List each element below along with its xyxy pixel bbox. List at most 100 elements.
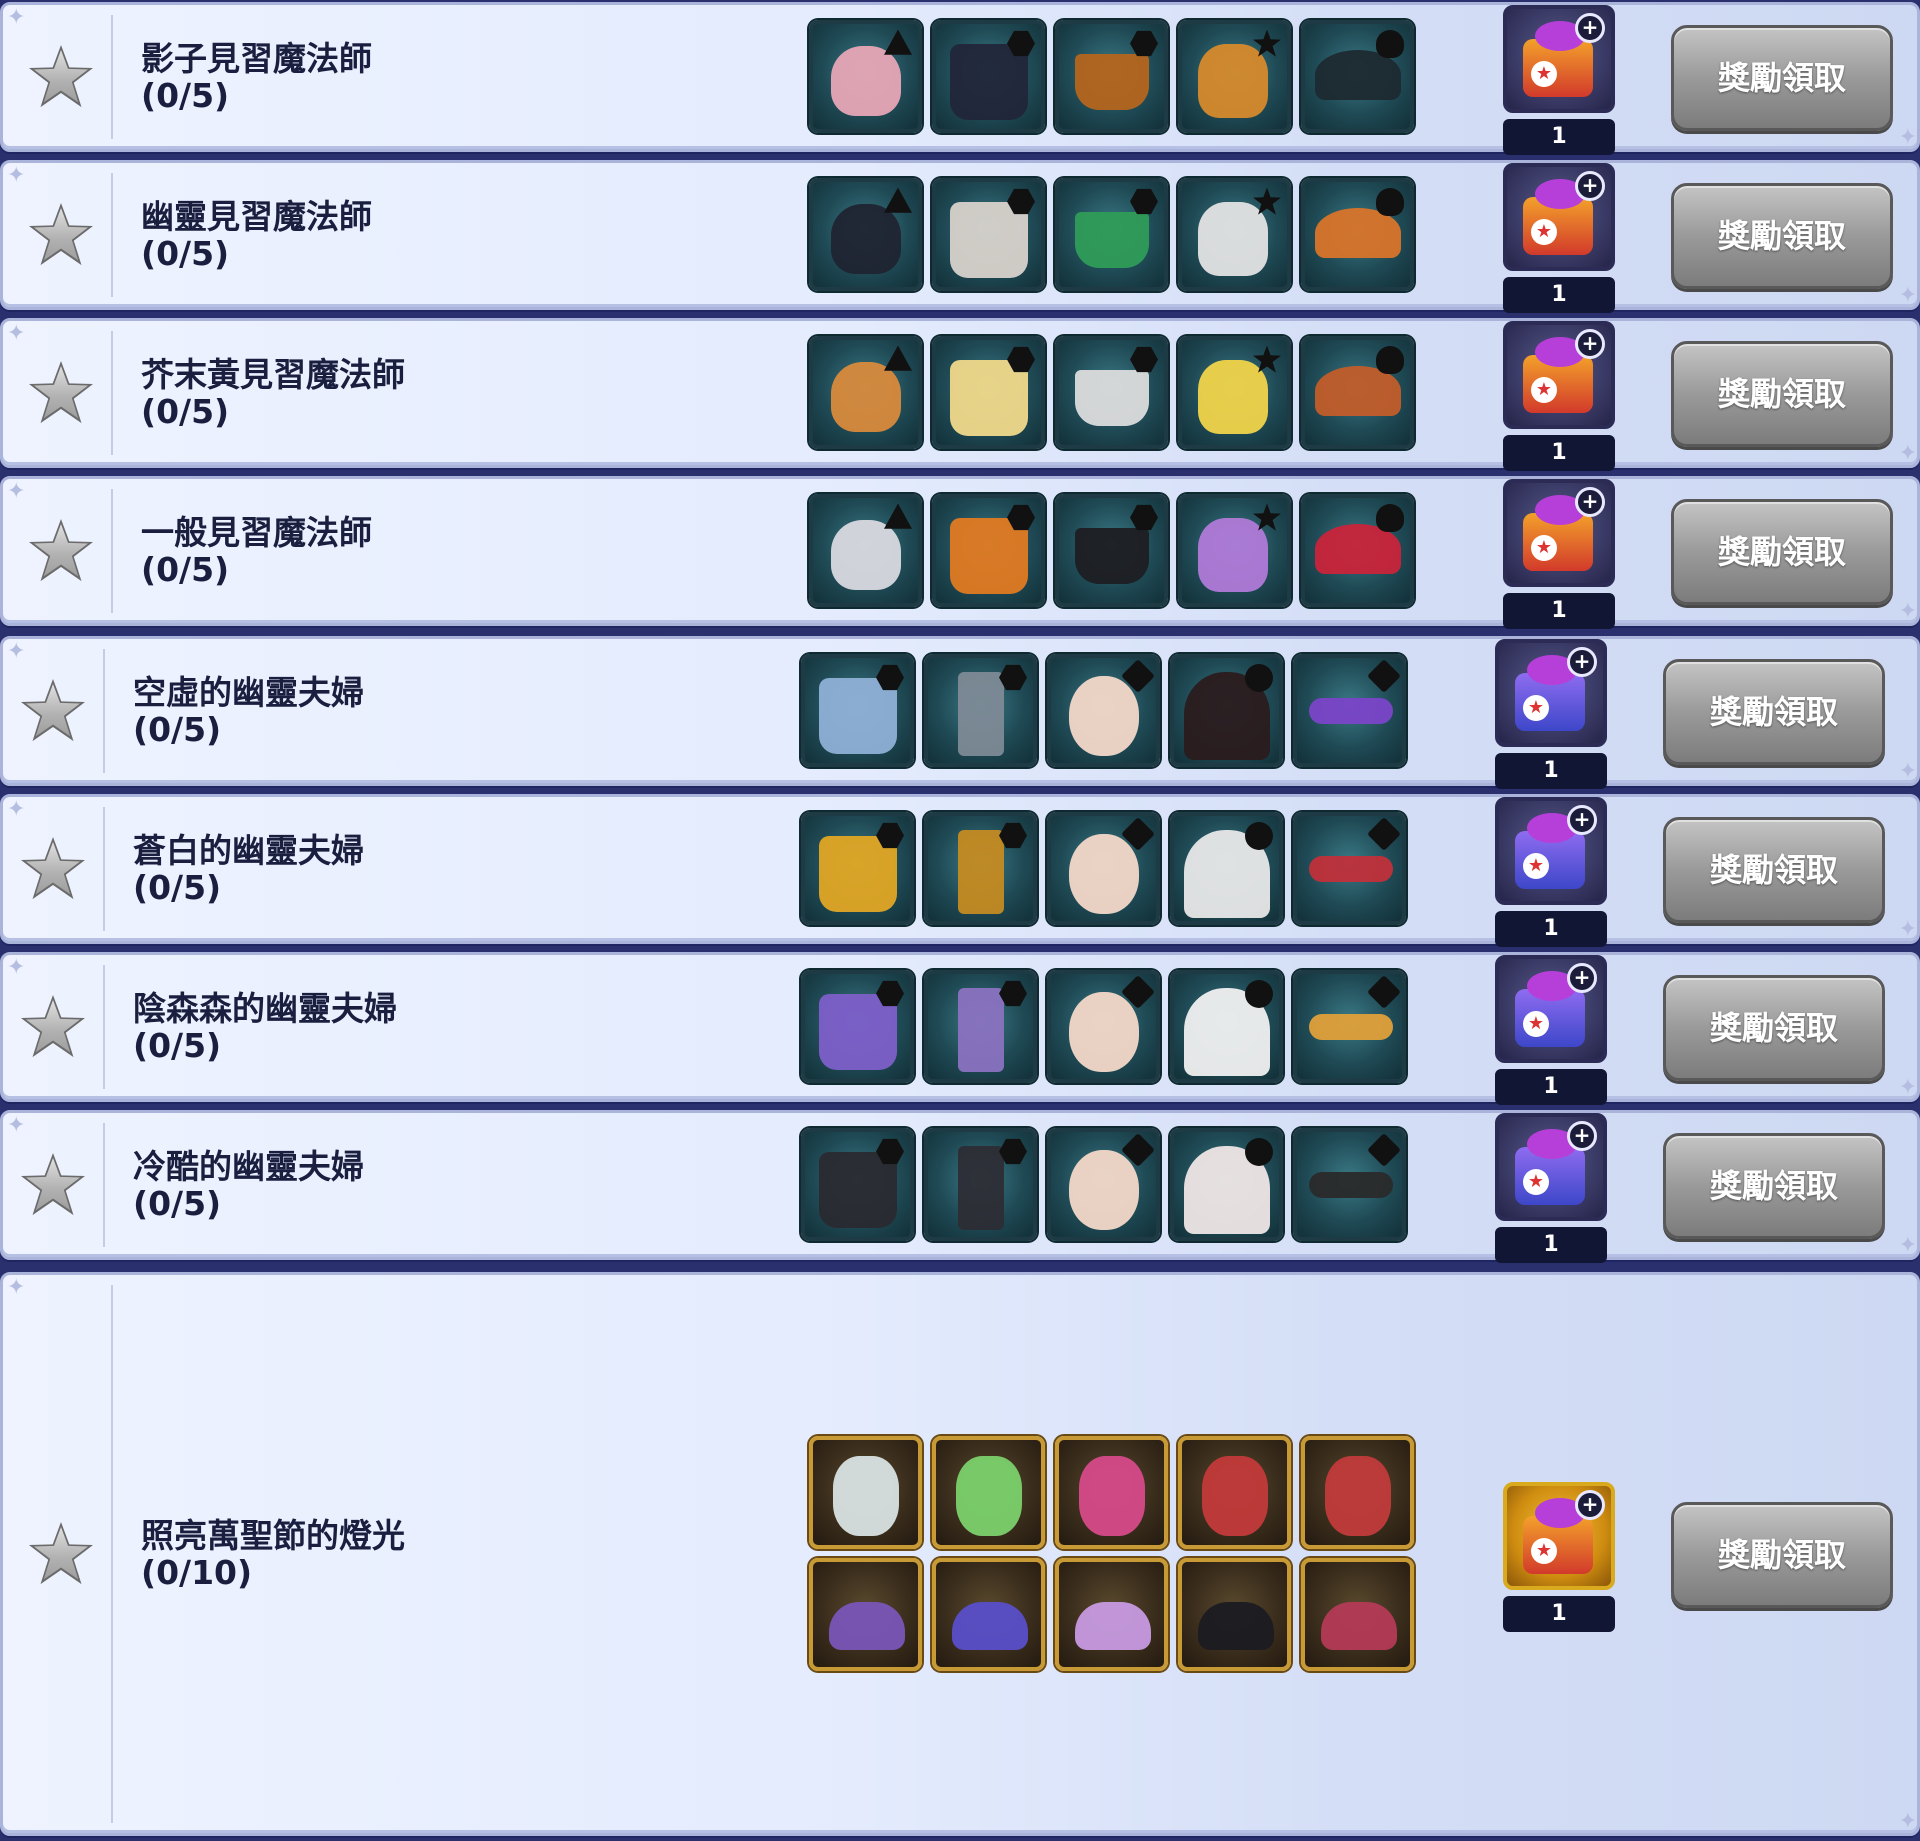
reward-chest[interactable]: ★ +1 [1503,163,1615,313]
pants-icon [958,671,1004,756]
mission-name: 冷酷的幽靈夫婦 [133,1147,364,1186]
zoom-in-icon[interactable]: + [1567,1121,1597,1151]
item-slot-veil[interactable] [1170,811,1283,925]
item-slot-acc[interactable] [1293,811,1406,925]
bottom-icon [1075,369,1149,426]
item-slot-hat[interactable] [1301,177,1414,291]
item-slot-shoe[interactable] [809,1557,922,1671]
reward-items [809,19,1414,133]
item-slot-acc[interactable] [1293,969,1406,1083]
item-slot-clothes[interactable] [801,1127,914,1241]
item-slot-lantern[interactable] [1055,1435,1168,1549]
item-slot-pet[interactable] [1178,177,1291,291]
claim-reward-button[interactable]: 獎勵領取 [1671,183,1893,289]
item-slot-clothes[interactable] [801,653,914,767]
item-slot-pants[interactable] [924,653,1037,767]
item-slot-bottom[interactable] [1055,19,1168,133]
slot-type-icon [1376,503,1404,532]
item-slot-clothes[interactable] [932,335,1045,449]
item-slot-acc[interactable] [1293,1127,1406,1241]
zoom-in-icon[interactable]: + [1575,329,1605,359]
mission-progress: (0/5) [133,1184,222,1223]
mission-progress: (0/5) [141,550,230,589]
item-slot-shoe[interactable] [1055,1557,1168,1671]
item-slot-shoe[interactable] [1301,1557,1414,1671]
claim-reward-button[interactable]: 獎勵領取 [1663,1133,1885,1239]
item-slot-hair[interactable] [809,19,922,133]
pants-icon [958,1145,1004,1230]
lantern-icon [1079,1455,1145,1536]
claim-reward-button[interactable]: 獎勵領取 [1671,499,1893,605]
claim-reward-button[interactable]: 獎勵領取 [1663,975,1885,1081]
blue-purple-chest-icon: ★ + [1495,955,1607,1063]
claim-reward-button[interactable]: 獎勵領取 [1671,341,1893,447]
item-slot-clothes[interactable] [932,177,1045,291]
reward-chest[interactable]: ★ +1 [1503,321,1615,471]
reward-chest[interactable]: ★ +1 [1503,479,1615,629]
item-slot-pet[interactable] [1178,493,1291,607]
item-slot-clothes[interactable] [801,969,914,1083]
item-slot-veil[interactable] [1170,1127,1283,1241]
item-slot-hair[interactable] [809,493,922,607]
item-slot-hair[interactable] [809,177,922,291]
reward-items [801,811,1406,925]
zoom-in-icon[interactable]: + [1575,171,1605,201]
star-icon [21,1153,85,1217]
item-slot-pet[interactable] [1178,335,1291,449]
item-slot-veil[interactable] [1170,653,1283,767]
claim-reward-button[interactable]: 獎勵領取 [1671,25,1893,131]
item-slot-clothes[interactable] [932,493,1045,607]
item-slot-face[interactable] [1047,653,1160,767]
reward-chest[interactable]: ★ +1 [1495,639,1607,789]
item-slot-shoe[interactable] [1178,1557,1291,1671]
item-slot-hat[interactable] [1301,19,1414,133]
reward-chest[interactable]: ★ +1 [1495,797,1607,947]
face-icon [1069,675,1139,756]
item-slot-clothes[interactable] [932,19,1045,133]
sparkle-icon: ✦ [1898,759,1917,784]
zoom-in-icon[interactable]: + [1575,13,1605,43]
claim-reward-button[interactable]: 獎勵領取 [1663,817,1885,923]
zoom-in-icon[interactable]: + [1567,647,1597,677]
reward-chest[interactable]: ★ +1 [1495,955,1607,1105]
divider [103,807,105,931]
item-slot-pants[interactable] [924,811,1037,925]
item-slot-bottom[interactable] [1055,335,1168,449]
slot-type-icon [884,29,912,55]
item-slot-bottom[interactable] [1055,177,1168,291]
reward-chest[interactable]: ★ +1 [1495,1113,1607,1263]
item-slot-lantern[interactable] [809,1435,922,1549]
item-slot-hair[interactable] [809,335,922,449]
claim-reward-button[interactable]: 獎勵領取 [1671,1502,1893,1608]
item-slot-lantern[interactable] [1178,1435,1291,1549]
reward-items [809,335,1414,449]
item-slot-face[interactable] [1047,811,1160,925]
zoom-in-icon[interactable]: + [1567,805,1597,835]
reward-chest[interactable]: ★ +1 [1503,5,1615,155]
item-slot-shoe[interactable] [932,1557,1045,1671]
face-icon [1069,833,1139,914]
item-slot-hat[interactable] [1301,335,1414,449]
mission-name: 陰森森的幽靈夫婦 [133,989,397,1028]
reward-quantity: 1 [1495,1227,1607,1263]
item-slot-hat[interactable] [1301,493,1414,607]
item-slot-veil[interactable] [1170,969,1283,1083]
item-slot-lantern[interactable] [1301,1435,1414,1549]
zoom-in-icon[interactable]: + [1575,487,1605,517]
zoom-in-icon[interactable]: + [1567,963,1597,993]
item-slot-face[interactable] [1047,969,1160,1083]
item-slot-lantern[interactable] [932,1435,1045,1549]
item-slot-bottom[interactable] [1055,493,1168,607]
reward-chest[interactable]: ★ +1 [1503,1482,1615,1632]
reward-quantity: 1 [1503,277,1615,313]
item-slot-pants[interactable] [924,969,1037,1083]
slot-type-icon [1367,658,1401,693]
mission-title: 空虛的幽靈夫婦 (0/5) [133,674,364,748]
item-slot-acc[interactable] [1293,653,1406,767]
item-slot-pet[interactable] [1178,19,1291,133]
item-slot-pants[interactable] [924,1127,1037,1241]
item-slot-face[interactable] [1047,1127,1160,1241]
claim-reward-button[interactable]: 獎勵領取 [1663,659,1885,765]
zoom-in-icon[interactable]: + [1575,1490,1605,1520]
item-slot-clothes[interactable] [801,811,914,925]
